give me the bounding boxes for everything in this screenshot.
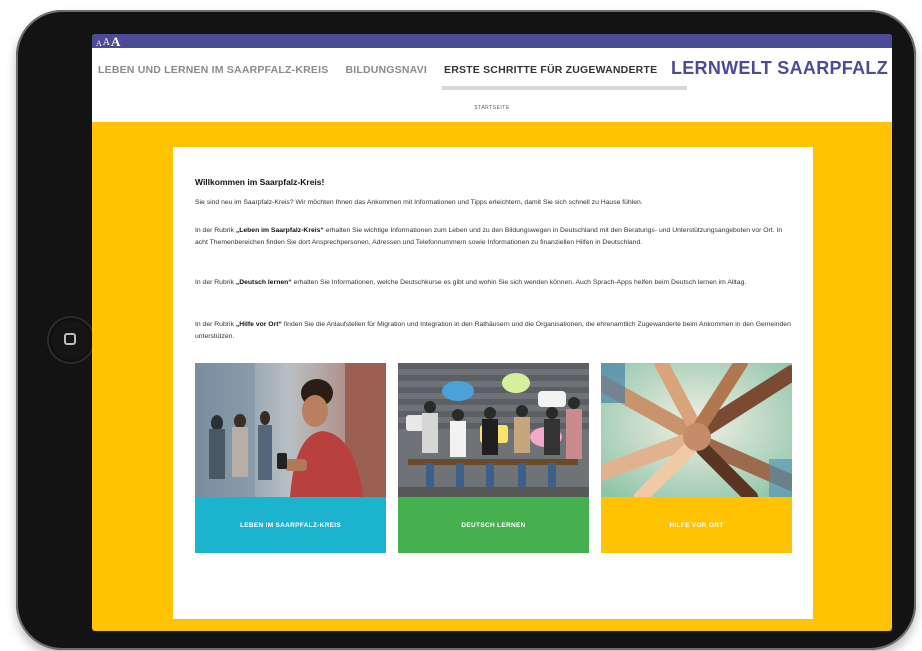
paragraph-deutsch: In der Rubrik „Deutsch lernen“ erhalten … [195, 279, 747, 286]
tile-image-young-man-phone [195, 363, 386, 497]
category-tiles: LEBEN IM SAARPFALZ-KREIS DEUTSCH LERNEN … [195, 363, 792, 553]
font-size-small-button[interactable]: A [96, 40, 102, 48]
main-nav: LEBEN UND LERNEN IM SAARPFALZ-KREIS BILD… [98, 64, 688, 90]
nav-item-bildungsnavi[interactable]: BILDUNGSNAVI [345, 64, 427, 76]
font-size-large-button[interactable]: A [111, 35, 120, 48]
tile-hilfe-vor-ort[interactable]: HILFE VOR ORT [601, 363, 792, 553]
paragraph-hilfe: In der Rubrik „Hilfe vor Ort“ finden Sie… [195, 321, 791, 340]
tile-deutsch-lernen[interactable]: DEUTSCH LERNEN [398, 363, 589, 553]
nav-item-leben-und-lernen[interactable]: LEBEN UND LERNEN IM SAARPFALZ-KREIS [98, 64, 328, 76]
font-size-controls: A A A [96, 34, 120, 48]
nav-item-erste-schritte[interactable]: ERSTE SCHRITTE FÜR ZUGEWANDERTE [441, 64, 688, 90]
accessibility-bar: A A A [92, 34, 892, 48]
font-size-medium-button[interactable]: A [103, 38, 110, 48]
site-header: LEBEN UND LERNEN IM SAARPFALZ-KREIS BILD… [92, 48, 892, 95]
main-content: Willkommen im Saarpfalz-Kreis! Sie sind … [173, 147, 813, 619]
tile-leben-im-saarpfalz-kreis[interactable]: LEBEN IM SAARPFALZ-KREIS [195, 363, 386, 553]
breadcrumb[interactable]: STARTSEITE [92, 94, 892, 122]
tile-label[interactable]: HILFE VOR ORT [601, 497, 792, 553]
screen: A A A LEBEN UND LERNEN IM SAARPFALZ-KREI… [92, 34, 892, 631]
home-square-icon [64, 333, 76, 345]
tile-image-speech-bubbles-group [398, 363, 589, 497]
brand-logo[interactable]: LERNWELT SAARPFALZ [671, 58, 888, 79]
tile-label[interactable]: DEUTSCH LERNEN [398, 497, 589, 553]
tile-label[interactable]: LEBEN IM SAARPFALZ-KREIS [195, 497, 386, 553]
paragraph-leben: In der Rubrik „Leben im Saarpfalz-Kreis“… [195, 227, 783, 246]
page-title: Willkommen im Saarpfalz-Kreis! [195, 177, 325, 187]
tile-image-stacked-hands [601, 363, 792, 497]
intro-paragraph: Sie sind neu im Saarpfalz-Kreis? Wir möc… [195, 199, 643, 206]
home-button[interactable] [49, 318, 93, 362]
